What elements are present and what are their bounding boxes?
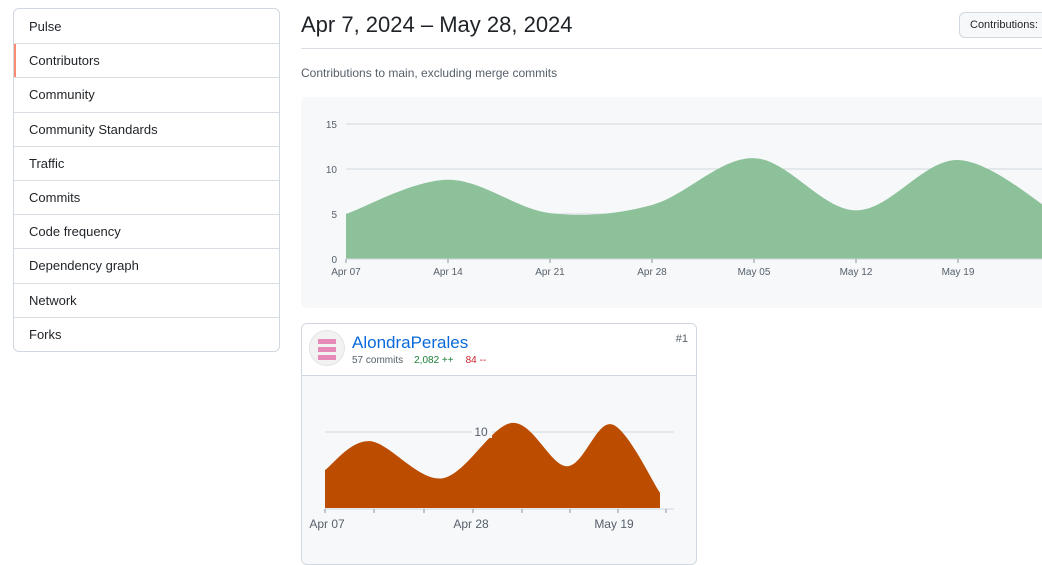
y-tick-label: 10 (326, 165, 338, 176)
contributor-card-header: AlondraPerales 57 commits 2,082 ++ 84 --… (302, 324, 696, 376)
contributor-area (325, 422, 660, 508)
sidebar-item-label: Dependency graph (29, 258, 139, 274)
x-tick-label: May 12 (840, 267, 873, 278)
sidebar-item-label: Community Standards (29, 121, 158, 137)
avatar-pattern-bar (318, 347, 336, 352)
additions-count: 2,082 ++ (414, 355, 454, 366)
x-tick-label: Apr 28 (453, 517, 489, 531)
sidebar-item-code-frequency[interactable]: Code frequency (14, 214, 279, 248)
x-tick-label: Apr 07 (331, 267, 361, 278)
sidebar-item-label: Contributors (29, 53, 100, 69)
sidebar-item-community-standards[interactable]: Community Standards (14, 111, 279, 146)
contributions-type-button[interactable]: Contributions: (959, 12, 1042, 38)
sidebar-item-label: Commits (29, 190, 81, 206)
sidebar-item-label: Community (29, 87, 95, 103)
sidebar-item-network[interactable]: Network (14, 282, 279, 317)
chart-subtitle: Contributions to main, excluding merge c… (301, 66, 558, 80)
contributor-chart-svg: 10 Apr 07 Apr 28 May 19 (309, 422, 674, 531)
x-tick-label: Apr 14 (433, 267, 463, 278)
sidebar-item-forks[interactable]: Forks (14, 316, 279, 351)
header-divider (301, 48, 1042, 49)
x-tick-label: May 05 (738, 267, 771, 278)
x-tick-label: Apr 07 (309, 517, 345, 531)
sidebar-item-commits[interactable]: Commits (14, 179, 279, 214)
contributor-stats: 57 commits 2,082 ++ 84 -- (352, 355, 486, 366)
date-range-title: Apr 7, 2024 – May 28, 2024 (301, 12, 573, 37)
x-tick-label: Apr 21 (535, 267, 565, 278)
x-tick-label: May 19 (942, 267, 975, 278)
contributions-chart-svg: 0 5 10 15 Apr 07 Apr 14 Apr 21 Apr 28 May 05 May … (326, 120, 1042, 278)
sidebar-item-dependency-graph[interactable]: Dependency graph (14, 248, 279, 282)
contributor-username-link[interactable]: AlondraPerales (352, 333, 468, 353)
avatar[interactable] (309, 330, 345, 366)
sidebar-item-label: Network (29, 292, 77, 308)
sidebar-item-traffic[interactable]: Traffic (14, 145, 279, 180)
contributor-chart[interactable]: 10 Apr 07 Apr 28 May 19 (302, 376, 696, 564)
contributor-rank: #1 (675, 333, 688, 345)
sidebar-item-label: Code frequency (29, 224, 121, 240)
insights-sidebar: Pulse Contributors Community Community Stan… (13, 8, 280, 352)
sidebar-item-label: Traffic (29, 155, 65, 171)
avatar-pattern-bar (318, 355, 336, 360)
sidebar-item-pulse[interactable]: Pulse (14, 9, 279, 43)
sidebar-item-contributors[interactable]: Contributors (14, 43, 279, 78)
commits-count-link[interactable]: 57 commits (352, 355, 403, 366)
y-tick-label: 0 (331, 255, 337, 266)
deletions-count: 84 -- (465, 355, 487, 366)
x-tick-label: Apr 28 (637, 267, 667, 278)
sidebar-item-community[interactable]: Community (14, 77, 279, 111)
y-tick-label: 15 (326, 120, 338, 131)
sidebar-item-label: Pulse (29, 18, 62, 34)
contributions-area (346, 158, 1042, 259)
x-tick-label: May 19 (594, 517, 634, 531)
contributions-chart[interactable]: 0 5 10 15 Apr 07 Apr 14 Apr 21 Apr 28 May 05 May … (301, 97, 1042, 308)
avatar-pattern-bar (318, 339, 336, 344)
sidebar-item-label: Forks (29, 326, 62, 342)
y-tick-label: 10 (474, 425, 488, 439)
contributor-card: AlondraPerales 57 commits 2,082 ++ 84 --… (301, 323, 697, 565)
y-tick-label: 5 (331, 210, 337, 221)
